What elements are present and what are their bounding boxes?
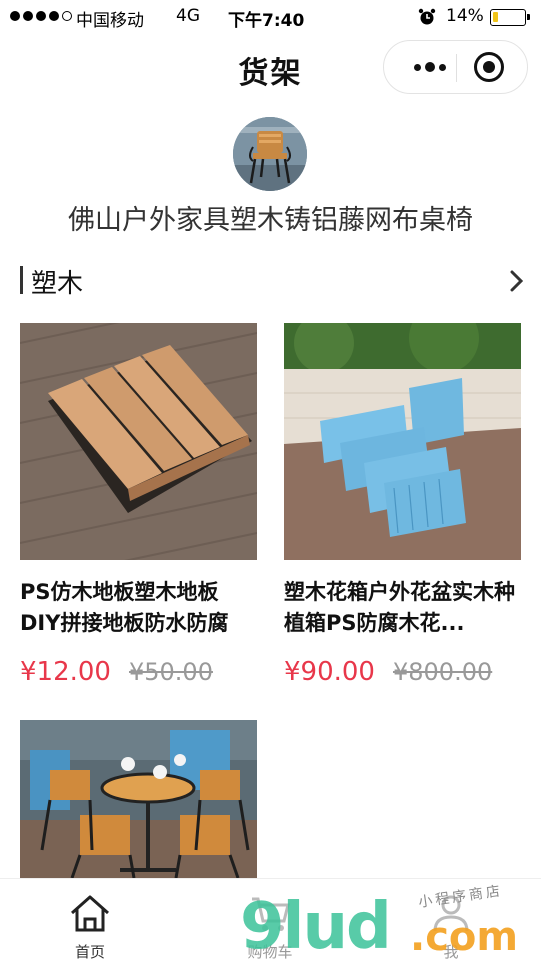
mini-program-capsule (383, 40, 528, 94)
section-accent-bar (20, 266, 23, 294)
cart-icon (252, 897, 290, 931)
battery-icon (490, 9, 530, 26)
shop-name: 佛山户外家具塑木铸铝藤网布桌椅 (68, 205, 473, 236)
tab-label: 首页 (74, 943, 105, 961)
capsule-divider (456, 54, 457, 82)
product-image[interactable] (20, 720, 257, 878)
tab-bar: 首页 购物车 我 (0, 878, 541, 961)
product-card[interactable]: 塑木花箱户外花盆实木种植箱PS防腐木花... ¥90.00 ¥800.00 (284, 323, 521, 687)
battery-percentage: 14% (446, 6, 484, 26)
chevron-right-icon[interactable] (508, 270, 526, 292)
product-original-price: ¥50.00 (128, 658, 213, 686)
shop-avatar[interactable] (233, 117, 307, 191)
tab-me[interactable]: 我 (361, 879, 541, 961)
network-type: 4G (176, 6, 200, 26)
product-price: ¥12.00 (20, 657, 111, 687)
product-price: ¥90.00 (284, 657, 375, 687)
product-image[interactable] (20, 323, 257, 560)
tab-label: 购物车 (247, 943, 293, 961)
home-icon (71, 895, 109, 932)
status-bar: 中国移动 4G 下午7:40 14% (0, 0, 541, 36)
product-original-price: ¥800.00 (392, 658, 493, 686)
more-dots-icon[interactable] (404, 41, 456, 93)
tab-label: 我 (443, 943, 459, 961)
user-icon (433, 895, 469, 932)
tab-cart[interactable]: 购物车 (180, 879, 360, 961)
signal-strength-icon (10, 11, 72, 21)
alarm-clock-icon (418, 8, 436, 25)
target-circle-icon[interactable] (474, 52, 504, 82)
tab-home[interactable]: 首页 (0, 879, 180, 961)
product-image[interactable] (284, 323, 521, 560)
section-title: 塑木 (31, 269, 84, 299)
chair-image (233, 117, 307, 191)
product-card[interactable]: PS仿木地板塑木地板DIY拼接地板防水防腐 ¥12.00 ¥50.00 (20, 323, 257, 687)
status-time: 下午7:40 (228, 11, 305, 31)
product-name[interactable]: PS仿木地板塑木地板DIY拼接地板防水防腐 (20, 577, 257, 639)
product-name[interactable]: 塑木花箱户外花盆实木种植箱PS防腐木花... (284, 577, 521, 639)
product-card[interactable] (20, 720, 257, 878)
carrier-name: 中国移动 (76, 11, 144, 31)
